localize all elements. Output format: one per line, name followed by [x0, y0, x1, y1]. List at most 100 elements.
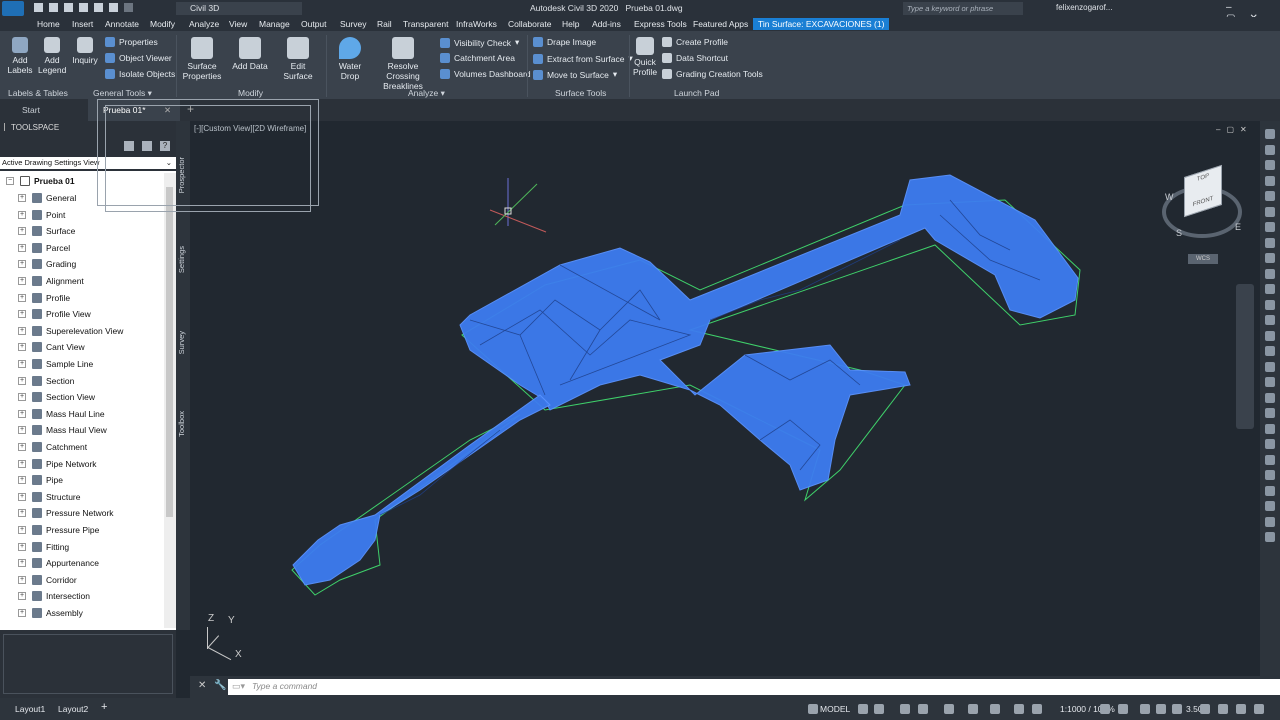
tree-item-parcel[interactable]: + Parcel: [0, 240, 164, 256]
undo-icon[interactable]: [109, 3, 118, 12]
visibility-check-button[interactable]: Visibility Check ▾: [440, 37, 519, 48]
tree-item-appurtenance[interactable]: + Appurtenance: [0, 555, 164, 571]
palette-tool-icon[interactable]: [1265, 160, 1275, 170]
volumes-dashboard-button[interactable]: Volumes Dashboard: [440, 69, 531, 79]
tree-item-corridor[interactable]: + Corridor: [0, 572, 164, 588]
panel-surface-tools[interactable]: Surface Tools: [555, 88, 606, 98]
palette-tool-icon[interactable]: [1265, 454, 1275, 465]
palette-tool-icon[interactable]: [1265, 129, 1275, 139]
expand-icon[interactable]: +: [18, 542, 26, 551]
palette-tool-icon[interactable]: [1265, 175, 1275, 186]
tree-item-fitting[interactable]: + Fitting: [0, 539, 164, 555]
palette-tool-icon[interactable]: [1265, 206, 1275, 217]
expand-icon[interactable]: +: [18, 476, 26, 485]
tree-item-catchment[interactable]: + Catchment: [0, 439, 164, 455]
status-toggle-icon[interactable]: [1100, 704, 1110, 714]
tab-output[interactable]: Output: [301, 19, 327, 29]
expand-icon[interactable]: +: [18, 609, 26, 617]
close-command-icon[interactable]: ✕: [198, 680, 206, 691]
palette-tool-icon[interactable]: [1265, 485, 1275, 496]
drape-image-button[interactable]: Drape Image: [533, 37, 596, 47]
expand-icon[interactable]: +: [18, 360, 26, 368]
panel-modify[interactable]: Modify: [238, 88, 263, 98]
status-toggle-icon[interactable]: [874, 704, 884, 714]
status-toggle-icon[interactable]: [944, 704, 954, 714]
edit-surface-button[interactable]: Edit Surface: [275, 37, 321, 81]
add-data-button[interactable]: Add Data: [230, 37, 270, 71]
tree-item-structure[interactable]: + Structure: [0, 489, 164, 505]
palette-tool-icon[interactable]: [1265, 191, 1275, 201]
status-toggle-icon[interactable]: [990, 704, 1000, 714]
palette-tool-icon[interactable]: [1265, 423, 1275, 434]
expand-icon[interactable]: +: [18, 277, 26, 285]
wrench-icon[interactable]: 🔧: [214, 680, 226, 691]
side-tab-survey[interactable]: Survey: [177, 331, 189, 354]
expand-icon[interactable]: +: [18, 227, 26, 236]
expand-icon[interactable]: +: [18, 575, 26, 584]
status-toggle-icon[interactable]: [858, 704, 868, 714]
palette-tool-icon[interactable]: [1265, 346, 1275, 356]
workspace-dropdown[interactable]: Civil 3D: [176, 2, 302, 15]
redo-icon[interactable]: [124, 3, 133, 12]
grading-creation-tools-button[interactable]: Grading Creation Tools: [662, 69, 763, 79]
expand-icon[interactable]: +: [18, 376, 26, 385]
status-toggle-icon[interactable]: [1140, 704, 1150, 714]
new-icon[interactable]: [34, 3, 43, 12]
tab-layout2[interactable]: Layout2: [58, 704, 88, 714]
palette-tool-icon[interactable]: [1265, 361, 1275, 372]
isolate-objects-button[interactable]: Isolate Objects: [105, 69, 175, 79]
quick-profile-button[interactable]: Quick Profile: [632, 37, 658, 77]
palette-tool-icon[interactable]: [1265, 532, 1275, 542]
tree-item-pipe-network[interactable]: + Pipe Network: [0, 456, 164, 472]
expand-icon[interactable]: +: [18, 260, 26, 269]
tree-item-sample-line[interactable]: + Sample Line: [0, 356, 164, 372]
move-to-surface-button[interactable]: Move to Surface ▾: [533, 69, 617, 80]
status-toggle-icon[interactable]: [1156, 704, 1166, 714]
status-toggle-icon[interactable]: [918, 704, 928, 714]
tree-item-pressure-pipe[interactable]: + Pressure Pipe: [0, 522, 164, 538]
tab-collaborate[interactable]: Collaborate: [508, 19, 551, 29]
tab-manage[interactable]: Manage: [259, 19, 290, 29]
status-toggle-icon[interactable]: [1218, 704, 1228, 714]
tree-item-grading[interactable]: + Grading: [0, 256, 164, 272]
expand-icon[interactable]: +: [18, 492, 26, 501]
tree-item-mass-haul-view[interactable]: + Mass Haul View: [0, 422, 164, 438]
tab-modify[interactable]: Modify: [150, 19, 175, 29]
expand-icon[interactable]: +: [18, 443, 26, 451]
status-toggle-icon[interactable]: [968, 704, 978, 714]
tree-item-pressure-network[interactable]: + Pressure Network: [0, 505, 164, 521]
expand-icon[interactable]: +: [18, 326, 26, 335]
palette-tool-icon[interactable]: [1265, 222, 1275, 232]
palette-tool-icon[interactable]: [1265, 439, 1275, 449]
viewport-window-controls[interactable]: –▢✕: [1216, 125, 1253, 134]
wcs-menu[interactable]: WCS: [1188, 254, 1218, 264]
scroll-thumb[interactable]: [166, 187, 173, 517]
tree-item-superelevation-view[interactable]: + Superelevation View: [0, 323, 164, 339]
tree-item-mass-haul-line[interactable]: + Mass Haul Line: [0, 406, 164, 422]
palette-tool-icon[interactable]: [1265, 284, 1275, 294]
expand-icon[interactable]: +: [18, 343, 26, 352]
expand-icon[interactable]: +: [18, 393, 26, 402]
palette-tool-icon[interactable]: [1265, 516, 1275, 527]
status-toggle-icon[interactable]: [808, 704, 818, 714]
expand-icon[interactable]: +: [18, 559, 26, 568]
side-tab-toolbox[interactable]: Toolbox: [177, 411, 189, 437]
tree-item-section-view[interactable]: + Section View: [0, 389, 164, 405]
tab-featured-apps[interactable]: Featured Apps: [693, 19, 748, 29]
status-toggle-icon[interactable]: [1118, 704, 1128, 714]
expand-icon[interactable]: +: [18, 526, 26, 534]
tree-item-intersection[interactable]: + Intersection: [0, 588, 164, 604]
expand-icon[interactable]: +: [18, 243, 26, 252]
tab-layout1[interactable]: Layout1: [15, 704, 45, 714]
tree-scrollbar[interactable]: [164, 173, 176, 628]
status-toggle-icon[interactable]: [1200, 704, 1210, 714]
panel-general-tools[interactable]: General Tools ▾: [93, 88, 152, 99]
expand-icon[interactable]: +: [18, 409, 26, 418]
palette-tool-icon[interactable]: [1265, 299, 1275, 310]
palette-tool-icon[interactable]: [1265, 408, 1275, 418]
grip-icon[interactable]: [4, 123, 10, 131]
tree-item-assembly[interactable]: + Assembly: [0, 605, 164, 621]
tab-annotate[interactable]: Annotate: [105, 19, 139, 29]
expand-icon[interactable]: +: [18, 459, 26, 468]
panel-labels-tables[interactable]: Labels & Tables: [8, 88, 68, 98]
